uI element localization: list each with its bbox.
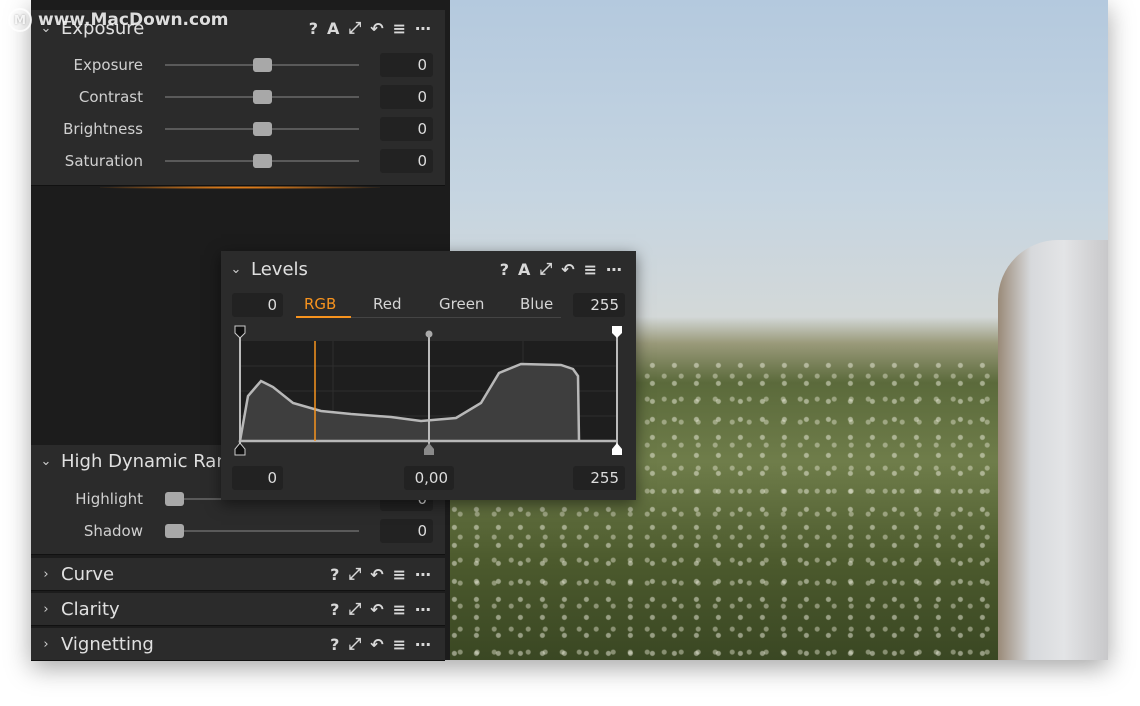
active-tab-indicator [296,316,351,318]
tab-blue[interactable]: Blue [520,295,553,313]
input-high-field[interactable]: 255 [573,293,625,317]
more-icon[interactable]: ⋯ [415,635,431,654]
chevron-down-icon[interactable]: ⌄ [31,454,61,469]
panel-title: Curve [61,563,115,585]
reset-icon[interactable]: ↶ [561,260,574,279]
panel-title: High Dynamic Ran [61,450,228,472]
levels-panel: ⌄ Levels ? A ⤢ ↶ ≡ ⋯ 0 255 RGB Red Green… [221,251,636,500]
menu-icon[interactable]: ≡ [393,19,406,38]
chevron-down-icon[interactable]: ⌄ [221,262,251,277]
panel-divider-glow [100,186,380,189]
output-high-field[interactable]: 255 [573,466,625,490]
expand-icon[interactable]: ⤢ [539,259,552,279]
slider-thumb[interactable] [252,122,272,136]
chevron-right-icon[interactable]: › [31,637,61,652]
reset-icon[interactable]: ↶ [370,635,383,654]
slider-thumb[interactable] [252,58,272,72]
input-low-field[interactable]: 0 [232,293,283,317]
slider-row-contrast: Contrast 0 [31,85,445,109]
slider-row-exposure: Exposure 0 [31,53,445,77]
more-icon[interactable]: ⋯ [415,19,431,38]
output-black-handle[interactable] [234,442,246,456]
histogram[interactable] [221,321,636,461]
value-field[interactable]: 0 [380,519,433,543]
input-white-handle[interactable] [612,326,622,338]
menu-icon[interactable]: ≡ [584,260,597,279]
slider-row-shadow: Shadow 0 [31,519,445,543]
help-icon[interactable]: ? [500,260,509,279]
panel-curve: › Curve ? ⤢ ↶ ≡ ⋯ [31,558,445,591]
slider-thumb[interactable] [252,154,272,168]
reset-icon[interactable]: ↶ [370,19,383,38]
midtone-handle[interactable] [424,443,434,455]
slider-track[interactable] [165,530,359,532]
chevron-right-icon[interactable]: › [31,567,61,582]
slider-label: Exposure [73,56,143,74]
menu-icon[interactable]: ≡ [393,635,406,654]
macdown-logo: M [8,8,32,32]
slider-thumb[interactable] [252,90,272,104]
slider-label: Saturation [64,152,143,170]
more-icon[interactable]: ⋯ [606,260,622,279]
menu-icon[interactable]: ≡ [393,565,406,584]
panel-title: Vignetting [61,633,154,655]
expand-icon[interactable]: ⤢ [348,634,361,654]
value-field[interactable]: 0 [380,117,433,141]
tab-rgb[interactable]: RGB [304,295,336,313]
panel-clarity: › Clarity ? ⤢ ↶ ≡ ⋯ [31,593,445,626]
slider-label: Shadow [83,522,143,540]
watermark: Mwww.MacDown.com [8,8,228,32]
slider-label: Brightness [63,120,143,138]
auto-icon[interactable]: A [518,260,530,279]
input-midtone-handle[interactable] [425,330,433,338]
help-icon[interactable]: ? [309,19,318,38]
reset-icon[interactable]: ↶ [370,600,383,619]
value-field[interactable]: 0 [380,85,433,109]
panel-vignetting: › Vignetting ? ⤢ ↶ ≡ ⋯ [31,628,445,661]
output-low-field[interactable]: 0 [232,466,283,490]
help-icon[interactable]: ? [330,600,339,619]
slider-row-saturation: Saturation 0 [31,149,445,173]
expand-icon[interactable]: ⤢ [348,599,361,619]
menu-icon[interactable]: ≡ [393,600,406,619]
panel-title: Clarity [61,598,120,620]
slider-label: Highlight [75,490,143,508]
reset-icon[interactable]: ↶ [370,565,383,584]
expand-icon[interactable]: ⤢ [348,18,361,38]
chevron-right-icon[interactable]: › [31,602,61,617]
auto-icon[interactable]: A [327,19,339,38]
value-field[interactable]: 0 [380,149,433,173]
slider-thumb[interactable] [165,524,184,538]
more-icon[interactable]: ⋯ [415,565,431,584]
slider-thumb[interactable] [165,492,184,506]
help-icon[interactable]: ? [330,565,339,584]
tab-red[interactable]: Red [373,295,402,313]
midtone-field[interactable]: 0,00 [404,466,454,490]
exposure-panel: ⌄ Exposure ? A ⤢ ↶ ≡ ⋯ Exposure 0 Contras… [31,10,445,186]
value-field[interactable]: 0 [380,53,433,77]
panel-title: Levels [251,258,308,280]
help-icon[interactable]: ? [330,635,339,654]
expand-icon[interactable]: ⤢ [348,564,361,584]
input-black-handle[interactable] [234,325,246,339]
slider-label: Contrast [78,88,143,106]
slider-row-brightness: Brightness 0 [31,117,445,141]
tab-green[interactable]: Green [439,295,484,313]
output-white-handle[interactable] [612,443,622,455]
more-icon[interactable]: ⋯ [415,600,431,619]
